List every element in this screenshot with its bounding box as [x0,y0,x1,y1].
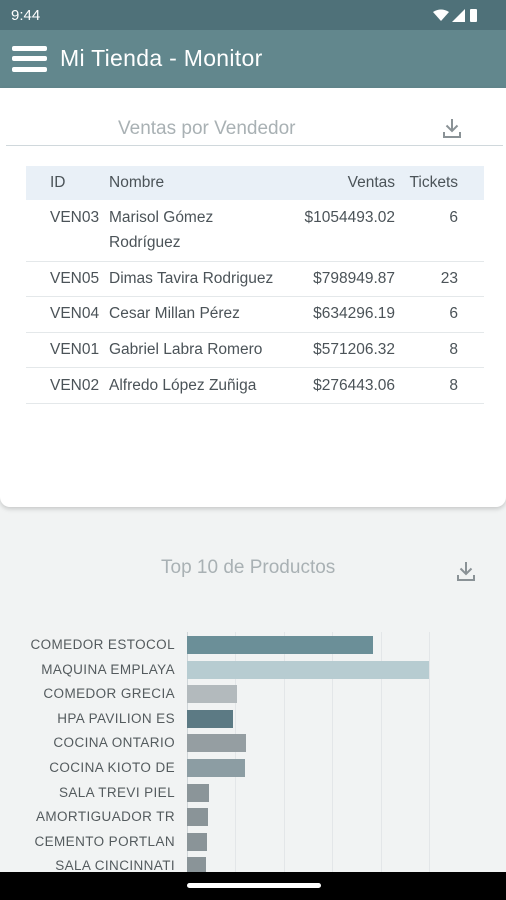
chart-gridline [429,632,430,880]
vendor-name: Gabriel Labra Romero [109,341,263,358]
chart-category-label: COMEDOR GRECIA [43,686,175,702]
vendor-tickets: 8 [449,341,458,358]
row-divider [26,367,484,368]
column-header-sales: Ventas [347,174,395,191]
chart-category-label: COCINA ONTARIO [53,735,175,751]
column-header-tickets: Tickets [409,174,458,191]
download-icon[interactable] [455,560,477,582]
chart-bar[interactable] [187,783,210,802]
chart-category-label: AMORTIGUADOR TR [35,809,175,825]
app-bar: Mi Tienda - Monitor [0,30,506,88]
chart-category-label: MAQUINA EMPLAYA [41,661,175,677]
card-divider [6,145,503,146]
chart-category-label: SALA TREVI PIEL [58,784,175,800]
vendor-name: Dimas Tavira Rodriguez [109,270,274,287]
signal-icon [452,9,465,22]
top-products-chart: COMEDOR ESTOCOL MAQUINA EMPLAYA COMEDOR GR… [0,620,506,880]
chart-bar[interactable] [187,808,209,827]
vendor-id: VEN03 [50,209,100,226]
vendor-name: Cesar Millan Pérez [109,305,240,322]
vendor-id: VEN01 [50,341,100,358]
download-icon[interactable] [441,117,463,139]
vendor-sales: $1054493.02 [304,209,395,226]
chart-bar[interactable] [187,685,238,704]
chart-bar[interactable] [187,832,208,851]
products-chart-title: Top 10 de Productos [161,557,336,578]
chart-bar[interactable] [187,734,247,753]
status-icons [430,8,494,23]
card-title: Ventas por Vendedor [118,118,296,139]
status-time: 9:44 [11,7,41,24]
chart-category-label: COMEDOR ESTOCOL [30,637,175,652]
column-header-name: Nombre [109,174,165,191]
chart-category-label: COCINA KIOTO DE [49,760,175,775]
vendor-id: VEN05 [50,270,100,287]
vendor-tickets: 6 [449,305,458,322]
chart-bar[interactable] [187,636,373,654]
chart-category-label: CEMENTO PORTLAN [34,833,175,849]
row-divider [26,332,484,333]
status-bar: 9:44 [0,0,506,30]
vendor-tickets: 6 [449,209,458,226]
row-divider [26,403,484,404]
vendor-id: VEN04 [50,305,100,322]
vendor-sales: $798949.87 [313,270,395,287]
vendor-name: Marisol Gómez [109,209,214,226]
hamburger-menu-icon[interactable] [12,44,47,74]
vendor-tickets: 8 [449,377,458,394]
vendor-id: VEN02 [50,377,100,394]
row-divider [26,296,484,297]
chart-category-label: HPA PAVILION ES [57,710,175,726]
navigation-bar [0,872,506,900]
vendor-sales: $571206.32 [313,341,395,358]
chart-bar[interactable] [187,660,429,679]
chart-bar[interactable] [187,709,234,728]
vendor-sales: $634296.19 [313,305,395,322]
vendor-tickets: 23 [440,270,458,287]
row-divider [26,261,484,262]
home-gesture-handle[interactable] [187,883,321,888]
wifi-icon [433,9,449,21]
app-title: Mi Tienda - Monitor [60,45,263,71]
column-header-id: ID [50,174,66,191]
battery-icon [470,9,477,22]
vendor-name: Alfredo López Zuñiga [109,377,257,394]
chart-bar[interactable] [187,759,246,777]
sales-by-vendor-card: Ventas por Vendedor ID Nombre Ventas Tic… [0,88,506,507]
vendor-sales: $276443.06 [313,377,395,394]
vendor-name-continued: Rodríguez [109,234,181,251]
